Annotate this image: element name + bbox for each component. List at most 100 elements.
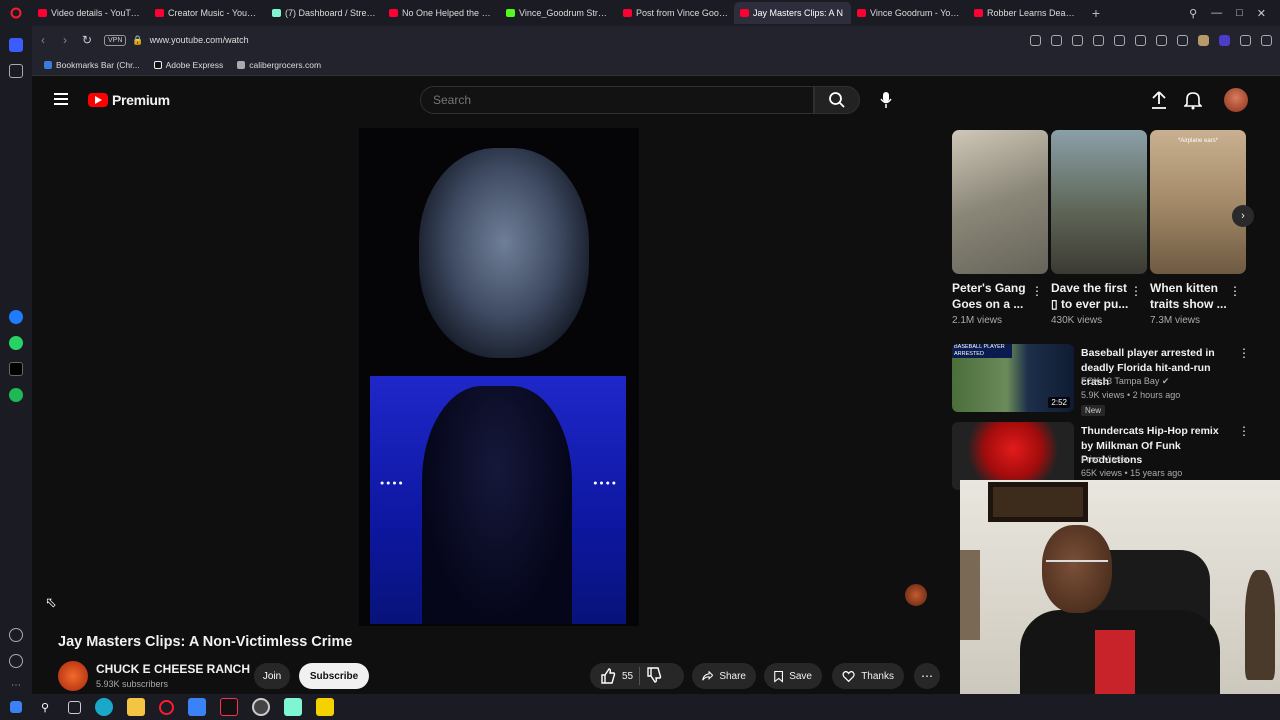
tab[interactable]: Video details - YouTube St	[32, 2, 149, 24]
channel-name[interactable]: Friso Visser	[1081, 454, 1128, 464]
reload-icon[interactable]: ↻	[76, 29, 98, 51]
voice-search-button[interactable]	[872, 86, 900, 114]
short-more-icon[interactable]: ⋮	[1229, 284, 1241, 298]
tab-active[interactable]: Jay Masters Clips: A N	[734, 2, 851, 24]
youtube-favicon-icon	[155, 9, 164, 17]
streamlabs-favicon-icon	[272, 9, 281, 17]
video-more-icon[interactable]: ⋮	[1238, 424, 1250, 438]
download-icon[interactable]	[1156, 34, 1167, 46]
short-title[interactable]: When kitten traits show ...	[1150, 280, 1232, 312]
browser-tab-bar: Video details - YouTube St Creator Music…	[0, 0, 1280, 26]
tiktok-icon[interactable]	[220, 698, 238, 716]
short-title[interactable]: Dave the first ▯ to ever pu...	[1051, 280, 1133, 312]
menu-icon[interactable]	[1177, 34, 1188, 46]
address-bar-tools	[1030, 26, 1272, 54]
bookmark-item[interactable]: calibergrocers.com	[237, 60, 321, 70]
tab[interactable]: Vince_Goodrum Stream	[500, 2, 617, 24]
streamlabs-icon[interactable]	[284, 698, 302, 716]
file-explorer-icon[interactable]	[127, 698, 145, 716]
new-tab-button[interactable]: +	[1085, 2, 1107, 24]
more-actions-button[interactable]: ⋯	[914, 663, 940, 689]
store-icon[interactable]	[188, 698, 206, 716]
profile-icon[interactable]	[1198, 34, 1209, 46]
heart-icon[interactable]	[9, 628, 23, 642]
messenger-icon[interactable]	[9, 310, 23, 324]
dislike-button[interactable]	[646, 666, 662, 686]
thanks-button[interactable]: Thanks	[832, 663, 904, 689]
channel-watermark-avatar[interactable]	[905, 584, 927, 606]
like-button[interactable]: 55	[600, 668, 633, 684]
join-button[interactable]: Join	[254, 663, 290, 689]
obs-icon[interactable]	[252, 698, 270, 716]
account-avatar[interactable]	[1224, 88, 1248, 112]
youtube-logo[interactable]: Premium	[88, 92, 170, 108]
play-icon[interactable]	[1114, 34, 1125, 46]
new-badge: New	[1081, 405, 1106, 416]
subscribe-button[interactable]: Subscribe	[299, 663, 369, 689]
video-player[interactable]: ● ● ● ● ● ● ● ●	[359, 128, 639, 626]
history-icon[interactable]	[9, 654, 23, 668]
search-tabs-icon[interactable]: ⚲	[1189, 7, 1197, 20]
vpn-badge[interactable]: VPN	[104, 34, 127, 46]
bookmark-item[interactable]: Adobe Express	[153, 60, 223, 70]
short-thumbnail[interactable]: *Airplane ears*	[1150, 130, 1246, 274]
minimize-icon[interactable]: —	[1211, 7, 1222, 19]
short-title[interactable]: Peter's Gang Goes on a ...	[952, 280, 1034, 312]
channel-name[interactable]: FOX 13 Tampa Bay ✔	[1081, 376, 1169, 387]
shield-icon[interactable]	[1093, 34, 1104, 46]
bookmark-icon	[774, 670, 783, 683]
x-icon[interactable]	[9, 362, 23, 376]
whatsapp-icon[interactable]	[9, 336, 23, 350]
channel-avatar[interactable]	[58, 661, 88, 691]
upload-button[interactable]	[1150, 90, 1168, 115]
video-more-icon[interactable]: ⋮	[1238, 346, 1250, 360]
search-icon[interactable]: ⚲	[36, 698, 54, 716]
star-icon[interactable]	[9, 64, 23, 78]
channel-name[interactable]: CHUCK E CHEESE RANCH	[96, 662, 250, 676]
close-icon[interactable]: ✕	[1257, 7, 1266, 20]
save-button[interactable]: Save	[764, 663, 822, 689]
bookmark-item[interactable]: Bookmarks Bar (Chr...	[44, 60, 140, 70]
tab[interactable]: Robber Learns Deadly Les	[968, 2, 1085, 24]
sticky-notes-icon[interactable]	[316, 698, 334, 716]
tab[interactable]: No One Helped the Cop?	[383, 2, 500, 24]
ai-icon[interactable]	[1261, 34, 1272, 46]
tab[interactable]: Creator Music - YouTube	[149, 2, 266, 24]
extensions-icon[interactable]	[1219, 34, 1230, 46]
short-more-icon[interactable]: ⋮	[1130, 284, 1142, 298]
forward-icon[interactable]: ›	[54, 29, 76, 51]
more-icon[interactable]: ⋯	[9, 680, 23, 694]
edge-icon[interactable]	[95, 698, 113, 716]
camera-icon[interactable]	[1072, 34, 1083, 46]
spotify-icon[interactable]	[9, 388, 23, 402]
url-field[interactable]: www.youtube.com/watch	[150, 35, 249, 45]
edit-icon[interactable]	[1051, 34, 1062, 46]
tab[interactable]: Post from Vince Goodrum	[617, 2, 734, 24]
short-thumbnail[interactable]	[1051, 130, 1147, 274]
notifications-button[interactable]	[1183, 90, 1203, 115]
tab[interactable]: (7) Dashboard / Streamlab	[266, 2, 383, 24]
lock-icon[interactable]: 🔒	[132, 35, 143, 46]
maximize-icon[interactable]: □	[1236, 7, 1243, 19]
opera-icon[interactable]	[159, 699, 174, 715]
heart-icon[interactable]	[1135, 34, 1146, 46]
windows-taskbar: ⚲	[0, 694, 1280, 720]
home-icon[interactable]	[9, 38, 23, 52]
share-button[interactable]: Share	[692, 663, 756, 689]
video-thumbnail[interactable]: BASEBALL PLAYER ARRESTED 2:52	[952, 344, 1074, 412]
task-view-icon[interactable]	[68, 700, 81, 714]
short-more-icon[interactable]: ⋮	[1031, 284, 1043, 298]
tab[interactable]: Vince Goodrum - YouTube	[851, 2, 968, 24]
recommended-video[interactable]: BASEBALL PLAYER ARRESTED 2:52 Baseball p…	[952, 344, 1250, 416]
back-icon[interactable]: ‹	[32, 29, 54, 51]
opera-logo-icon[interactable]	[0, 0, 32, 26]
shorts-next-button[interactable]: ›	[1232, 205, 1254, 227]
search-button[interactable]	[814, 86, 860, 114]
short-thumbnail[interactable]	[952, 130, 1048, 274]
share-icon	[702, 670, 714, 681]
search-icon[interactable]	[1030, 34, 1041, 46]
settings-icon[interactable]	[1240, 34, 1251, 46]
menu-icon[interactable]	[54, 93, 68, 105]
windows-start-icon[interactable]	[10, 701, 22, 713]
search-input[interactable]	[420, 86, 814, 114]
